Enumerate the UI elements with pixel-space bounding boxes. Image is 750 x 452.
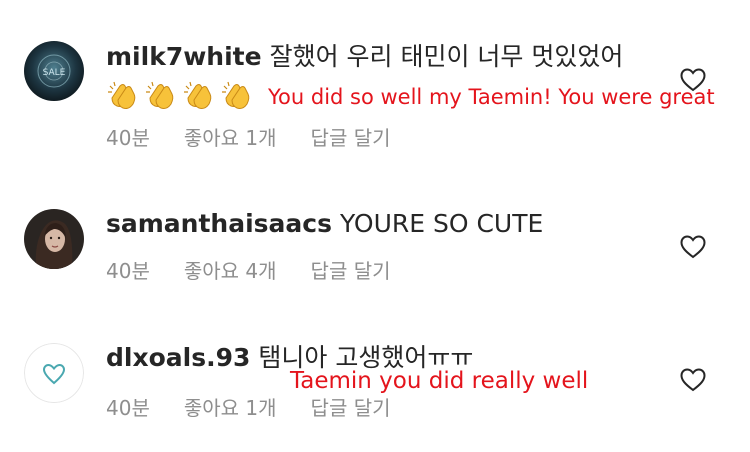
avatar[interactable] — [24, 343, 84, 403]
reply-button[interactable]: 답글 달기 — [311, 396, 391, 420]
comment-list: SALE milk7white 잘했어 우리 태민이 너무 멋있었어 You d… — [0, 0, 750, 452]
avatar[interactable]: SALE — [24, 41, 84, 101]
clapping-hands-icon — [184, 81, 212, 109]
comment-meta: 40분 좋아요 1개 답글 달기 — [106, 395, 391, 421]
heart-outline-icon[interactable] — [680, 368, 706, 392]
comment-username[interactable]: dlxoals.93 — [106, 343, 250, 372]
comment-meta: 40분 좋아요 1개 답글 달기 — [106, 125, 391, 151]
comment-username[interactable]: milk7white — [106, 42, 262, 71]
reply-button[interactable]: 답글 달기 — [311, 259, 391, 283]
comment-likes[interactable]: 좋아요 1개 — [184, 396, 277, 420]
reply-button[interactable]: 답글 달기 — [311, 126, 391, 150]
comment-likes[interactable]: 좋아요 1개 — [184, 126, 277, 150]
comment-time: 40분 — [106, 396, 150, 420]
emoji-row — [106, 78, 258, 112]
translation-annotation: You did so well my Taemin! You were grea… — [268, 85, 715, 109]
heart-outline-icon[interactable] — [680, 235, 706, 259]
heart-outline-icon[interactable] — [680, 68, 706, 92]
svg-text:SALE: SALE — [43, 68, 66, 78]
clapping-hands-icon — [108, 81, 136, 109]
comment-body: milk7white 잘했어 우리 태민이 너무 멋있었어 — [106, 42, 623, 72]
comment-text: YOURE SO CUTE — [339, 209, 544, 238]
comment-meta: 40분 좋아요 4개 답글 달기 — [106, 258, 391, 284]
comment-likes[interactable]: 좋아요 4개 — [184, 259, 277, 283]
clapping-hands-icon — [146, 81, 174, 109]
clapping-hands-icon — [222, 81, 250, 109]
avatar[interactable] — [24, 209, 84, 269]
comment-body: samanthaisaacs YOURE SO CUTE — [106, 209, 543, 239]
translation-annotation: Taemin you did really well — [290, 368, 589, 394]
comment-time: 40분 — [106, 259, 150, 283]
comment-username[interactable]: samanthaisaacs — [106, 209, 332, 238]
comment-text: 잘했어 우리 태민이 너무 멋있었어 — [269, 42, 624, 71]
comment-time: 40분 — [106, 126, 150, 150]
